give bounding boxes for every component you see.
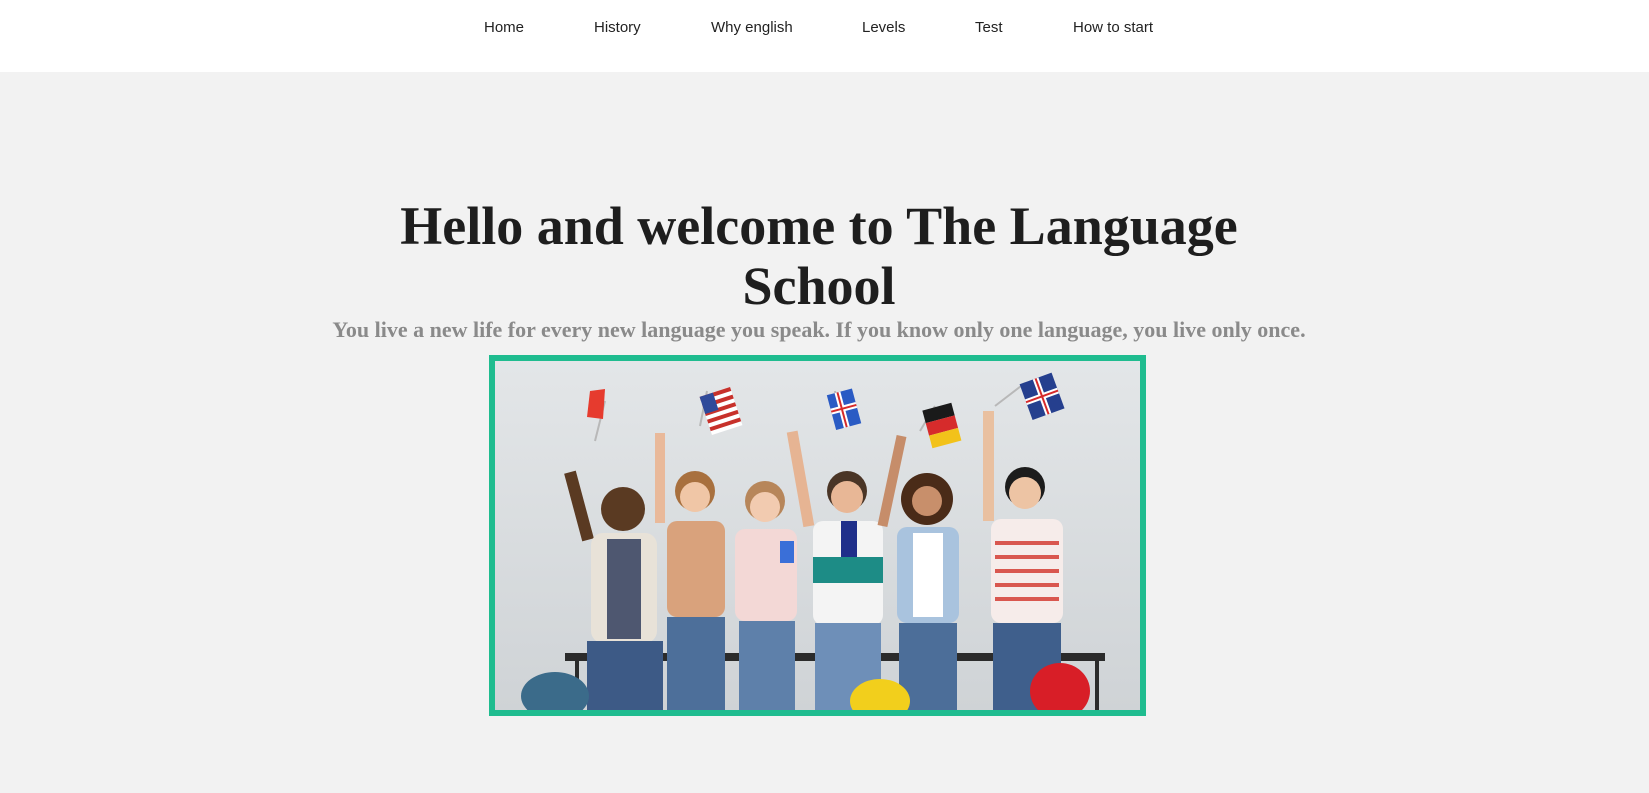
top-navbar: Home History Why english Levels Test How… bbox=[0, 0, 1649, 72]
nav-link-how-to-start[interactable]: How to start bbox=[1073, 19, 1153, 36]
group-photo-illustration bbox=[495, 361, 1140, 710]
page-title: Hello and welcome to The Language School bbox=[400, 196, 1238, 316]
nav-link-home[interactable]: Home bbox=[484, 19, 524, 36]
nav-menu: Home History Why english Levels Test How… bbox=[0, 0, 1649, 56]
nav-link-levels[interactable]: Levels bbox=[862, 19, 905, 36]
nav-link-why-english[interactable]: Why english bbox=[711, 19, 793, 36]
page-subtitle: You live a new life for every new langua… bbox=[332, 317, 1306, 342]
hero-image bbox=[489, 355, 1146, 716]
nav-link-test[interactable]: Test bbox=[975, 19, 1003, 36]
hero-section: Hello and welcome to The Language School… bbox=[0, 72, 1649, 793]
nav-link-history[interactable]: History bbox=[594, 19, 641, 36]
